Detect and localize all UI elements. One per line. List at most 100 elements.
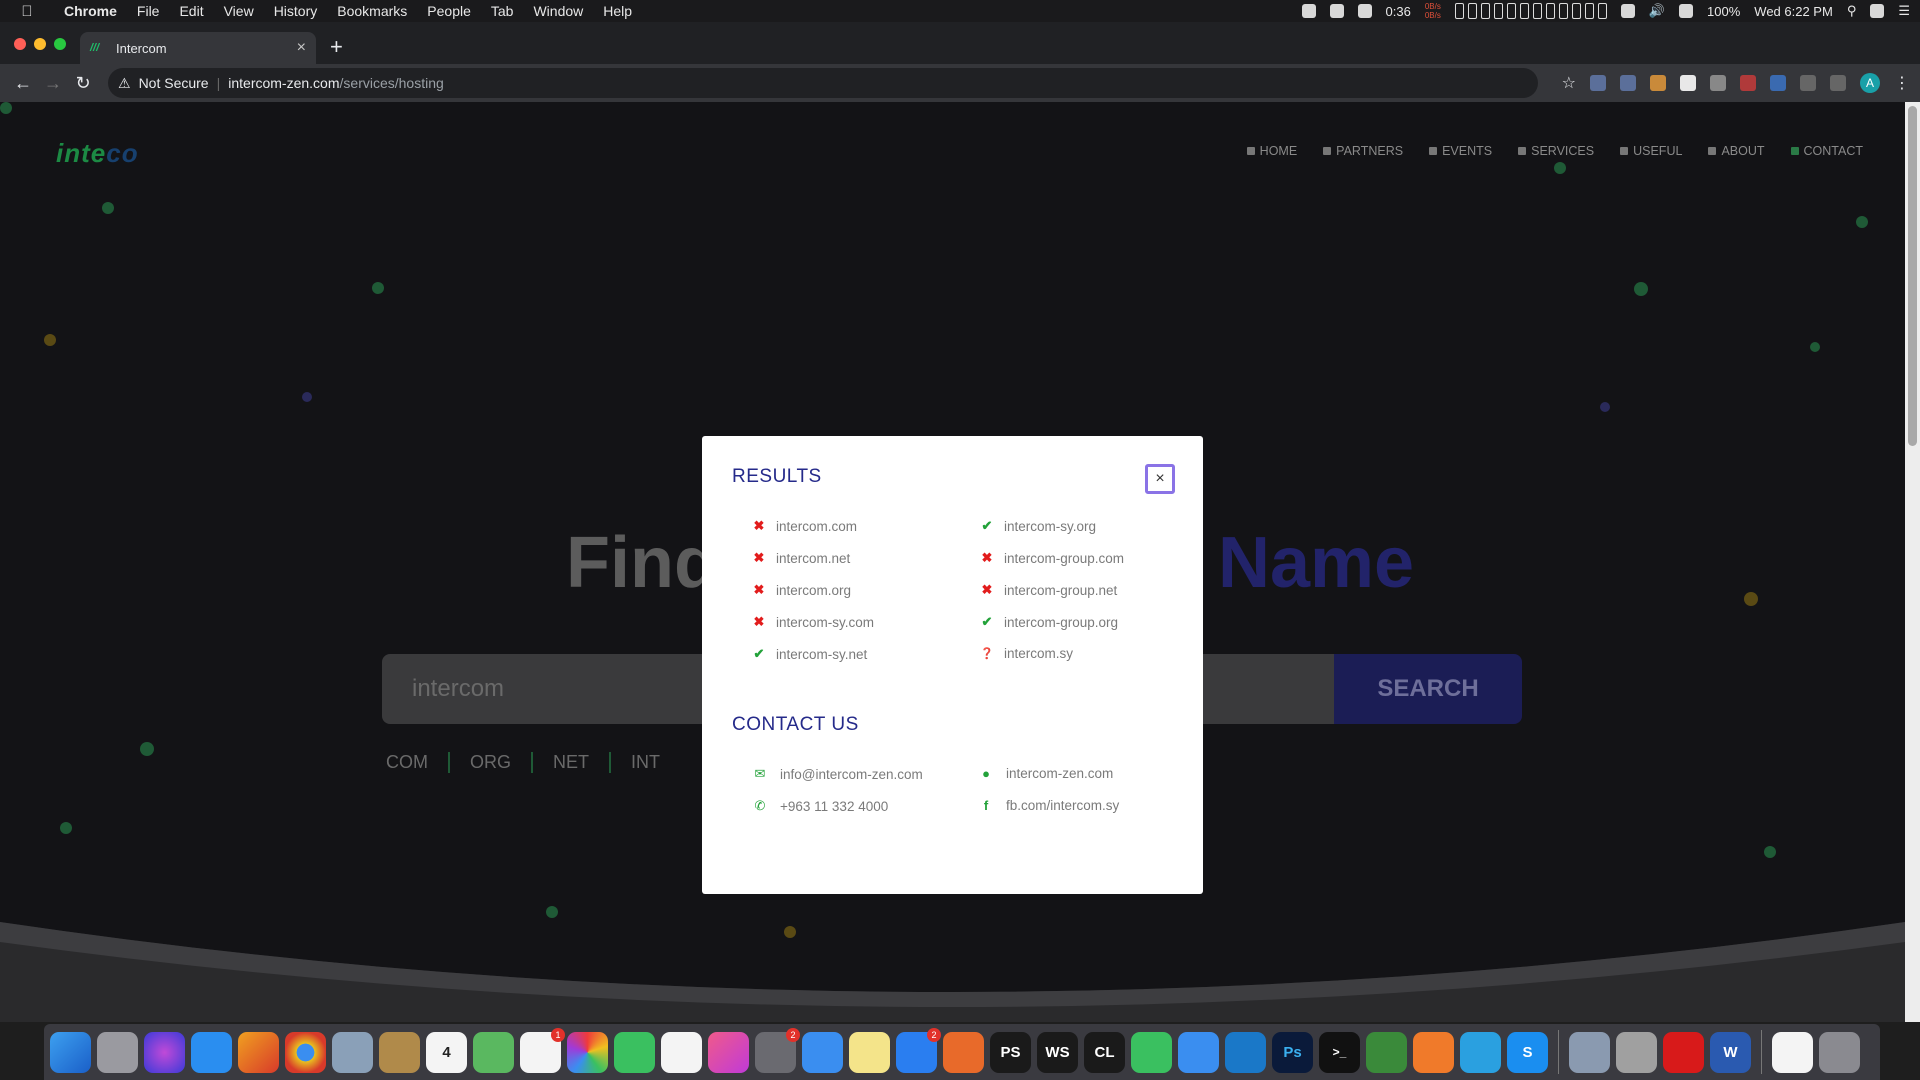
volume-icon[interactable]: 🔊 bbox=[1649, 3, 1665, 19]
scrollbar-thumb[interactable] bbox=[1908, 106, 1917, 446]
messages-icon[interactable] bbox=[802, 1031, 843, 1073]
image-capture-icon[interactable] bbox=[1569, 1031, 1610, 1073]
document-icon[interactable] bbox=[1772, 1031, 1813, 1073]
finder-icon[interactable] bbox=[50, 1031, 91, 1073]
url-path[interactable]: /services/hosting bbox=[340, 75, 444, 91]
maps-icon[interactable] bbox=[473, 1031, 514, 1073]
contact-website[interactable]: ● intercom-zen.com bbox=[978, 766, 1113, 781]
browser-tab-active[interactable]: /// Intercom × bbox=[80, 32, 316, 64]
network-monitor[interactable]: 0B/s 0B/s bbox=[1425, 2, 1441, 20]
apple-menu-icon[interactable]:  bbox=[0, 3, 54, 20]
skype-icon[interactable]: S bbox=[1507, 1031, 1548, 1073]
forward-arrow-icon[interactable]: → bbox=[38, 73, 68, 94]
input-source-flag-icon[interactable] bbox=[1679, 4, 1694, 18]
tld-int[interactable]: INT bbox=[631, 752, 660, 773]
preview-icon[interactable] bbox=[332, 1031, 373, 1073]
music-icon[interactable] bbox=[708, 1031, 749, 1073]
back-arrow-icon[interactable]: ← bbox=[8, 73, 38, 94]
menu-app-name[interactable]: Chrome bbox=[54, 0, 127, 22]
phpstorm-icon[interactable]: PS bbox=[990, 1031, 1031, 1073]
page-scrollbar[interactable] bbox=[1905, 102, 1920, 1022]
security-label[interactable]: Not Secure bbox=[139, 75, 209, 91]
warning-triangle-icon[interactable]: ⚠ bbox=[118, 75, 131, 92]
url-host[interactable]: intercom-zen.com bbox=[228, 75, 339, 91]
menu-view[interactable]: View bbox=[214, 0, 264, 22]
trash-icon[interactable] bbox=[1819, 1031, 1860, 1073]
site-logo[interactable]: inteco bbox=[56, 138, 139, 169]
photoshop-icon[interactable]: Ps bbox=[1272, 1031, 1313, 1073]
reload-icon[interactable]: ↻ bbox=[68, 73, 98, 94]
webstorm-icon[interactable]: WS bbox=[1037, 1031, 1078, 1073]
spotlight-search-icon[interactable]: ⚲ bbox=[1847, 3, 1857, 19]
profile-avatar[interactable]: A bbox=[1860, 73, 1880, 93]
matlab-icon[interactable] bbox=[943, 1031, 984, 1073]
cookie-extension-icon[interactable] bbox=[1650, 75, 1666, 91]
tld-com[interactable]: COM bbox=[386, 752, 450, 773]
bookmark-star-icon[interactable]: ☆ bbox=[1562, 73, 1576, 93]
menu-tab[interactable]: Tab bbox=[481, 0, 524, 22]
menu-edit[interactable]: Edit bbox=[169, 0, 213, 22]
nav-partners[interactable]: PARTNERS bbox=[1323, 144, 1403, 158]
chrome-menu-icon[interactable]: ⋮ bbox=[1894, 73, 1910, 93]
nav-services[interactable]: SERVICES bbox=[1518, 144, 1594, 158]
app-store-icon[interactable]: 2 bbox=[896, 1027, 941, 1073]
nav-about[interactable]: ABOUT bbox=[1708, 144, 1765, 158]
terminal-icon[interactable]: >_ bbox=[1319, 1031, 1360, 1073]
calendar-icon[interactable]: 4 bbox=[426, 1031, 467, 1073]
chat-extension-icon[interactable] bbox=[1710, 75, 1726, 91]
telegram-icon[interactable] bbox=[1460, 1031, 1501, 1073]
safari-icon[interactable] bbox=[191, 1031, 232, 1073]
notefile-icon[interactable] bbox=[379, 1031, 420, 1073]
nav-home[interactable]: HOME bbox=[1246, 144, 1297, 158]
menu-bookmarks[interactable]: Bookmarks bbox=[327, 0, 417, 22]
vscode-icon[interactable] bbox=[1225, 1031, 1266, 1073]
nav-contact[interactable]: CONTACT bbox=[1790, 144, 1863, 158]
airplay-icon[interactable] bbox=[1620, 4, 1635, 18]
tab-close-icon[interactable]: × bbox=[297, 39, 306, 57]
news-icon[interactable] bbox=[661, 1031, 702, 1073]
layers-extension-icon[interactable] bbox=[1770, 75, 1786, 91]
cloud-upload-icon[interactable] bbox=[1329, 4, 1344, 18]
siri-icon[interactable] bbox=[1870, 4, 1885, 18]
menu-window[interactable]: Window bbox=[523, 0, 593, 22]
flag-extension-icon[interactable] bbox=[1680, 75, 1696, 91]
contact-email[interactable]: ✉ info@intercom-zen.com bbox=[752, 766, 923, 782]
menu-help[interactable]: Help bbox=[593, 0, 642, 22]
calculator-icon[interactable] bbox=[1616, 1031, 1657, 1073]
tld-net[interactable]: NET bbox=[553, 752, 612, 773]
nav-events[interactable]: EVENTS bbox=[1429, 144, 1492, 158]
contact-phone[interactable]: ✆ +963 11 332 4000 bbox=[752, 798, 889, 814]
code-extension-icon[interactable] bbox=[1830, 75, 1846, 91]
clock[interactable]: Wed 6:22 PM bbox=[1754, 4, 1833, 19]
nav-useful[interactable]: USEFUL bbox=[1620, 144, 1682, 158]
menu-file[interactable]: File bbox=[127, 0, 170, 22]
location-pin-icon[interactable] bbox=[1800, 75, 1816, 91]
chrome-icon[interactable] bbox=[285, 1031, 326, 1073]
menu-people[interactable]: People bbox=[417, 0, 481, 22]
modal-close-button[interactable]: × bbox=[1145, 464, 1175, 494]
android-studio-icon[interactable] bbox=[1131, 1031, 1172, 1073]
dropbox-icon[interactable] bbox=[1301, 4, 1316, 18]
postman-icon[interactable] bbox=[1413, 1031, 1454, 1073]
contact-facebook[interactable]: f fb.com/intercom.sy bbox=[978, 798, 1119, 813]
search-button[interactable]: SEARCH bbox=[1334, 654, 1522, 724]
creative-cloud-icon[interactable] bbox=[1663, 1031, 1704, 1073]
cpu-meter[interactable] bbox=[1454, 3, 1607, 19]
translate-extension-icon[interactable] bbox=[1590, 75, 1606, 91]
window-fullscreen-button[interactable] bbox=[54, 38, 66, 50]
window-close-button[interactable] bbox=[14, 38, 26, 50]
notes-icon[interactable] bbox=[849, 1031, 890, 1073]
photos-icon[interactable] bbox=[567, 1031, 608, 1073]
siri-icon[interactable] bbox=[144, 1031, 185, 1073]
clion-icon[interactable]: CL bbox=[1084, 1031, 1125, 1073]
firefox-icon[interactable] bbox=[238, 1031, 279, 1073]
menu-history[interactable]: History bbox=[264, 0, 328, 22]
word-icon[interactable]: W bbox=[1710, 1031, 1751, 1073]
launchpad-icon[interactable] bbox=[97, 1031, 138, 1073]
address-bar[interactable]: ⚠ Not Secure | intercom-zen.com/services… bbox=[108, 68, 1538, 98]
notification-center-icon[interactable]: ☰ bbox=[1898, 3, 1910, 19]
battery-percent[interactable]: 100% bbox=[1707, 4, 1740, 19]
facetime-icon[interactable] bbox=[614, 1031, 655, 1073]
gitkraken-icon[interactable] bbox=[1366, 1031, 1407, 1073]
timer-readout[interactable]: 0:36 bbox=[1386, 4, 1411, 19]
